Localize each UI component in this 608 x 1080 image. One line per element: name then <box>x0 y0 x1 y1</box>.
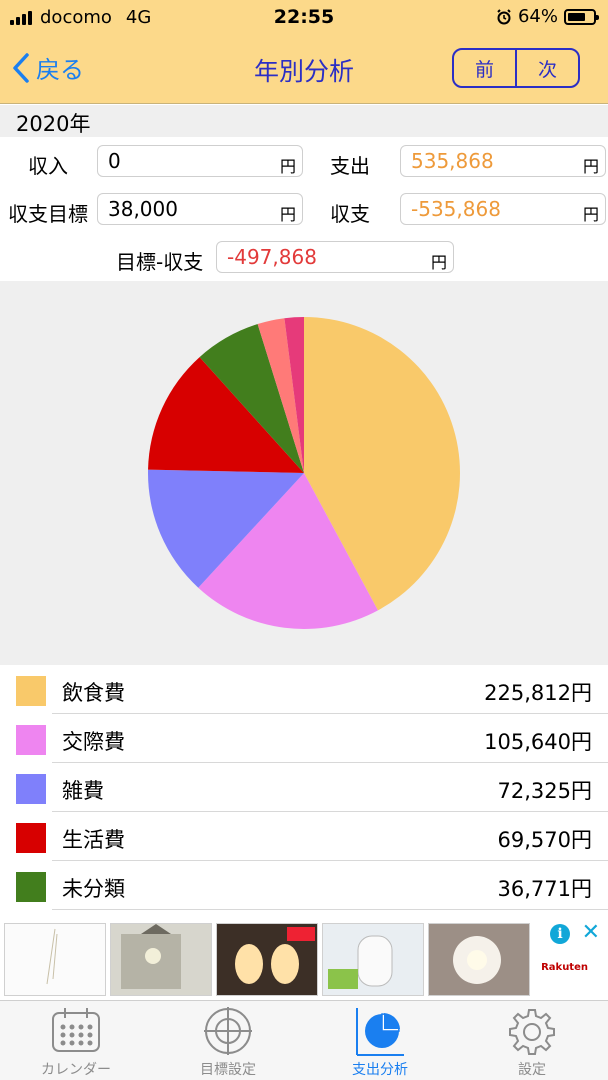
income-label: 収入 <box>28 154 68 178</box>
legend-swatch <box>16 725 46 755</box>
legend-amount: 72,325円 <box>497 779 592 803</box>
prev-next-control: 前 次 <box>452 48 580 88</box>
legend-swatch <box>16 823 46 853</box>
prev-button[interactable]: 前 <box>454 50 515 86</box>
income-unit: 円 <box>279 157 296 176</box>
tab-target-label: 目標設定 <box>200 1062 256 1078</box>
legend-row[interactable]: 未分類 36,771円 <box>16 861 608 910</box>
legend-row[interactable]: 生活費 69,570円 <box>16 812 608 861</box>
expense-value: 535,868 <box>411 149 494 173</box>
tab-target[interactable]: 目標設定 <box>152 1001 304 1080</box>
legend-swatch <box>16 872 46 902</box>
ad-product-thumb[interactable] <box>110 923 212 996</box>
ad-info-icon[interactable]: i <box>550 924 570 944</box>
ad-product-thumb[interactable] <box>428 923 530 996</box>
nav-bar: 戻る 年別分析 前 次 <box>0 36 608 104</box>
pie-chart-icon <box>356 1008 404 1056</box>
legend-category-name: 交際費 <box>62 730 125 754</box>
tab-settings[interactable]: 設定 <box>456 1001 608 1080</box>
legend-category-name: 雑費 <box>62 779 104 803</box>
diff-label: 目標-収支 <box>116 250 204 274</box>
ad-product-thumb[interactable] <box>322 923 424 996</box>
year-header: 2020年 <box>0 105 608 137</box>
target-unit: 円 <box>279 205 296 224</box>
tab-calendar-label: カレンダー <box>41 1062 111 1078</box>
calendar-icon <box>52 1008 100 1052</box>
status-bar: docomo 4G 22:55 64% <box>0 0 608 36</box>
target-icon <box>204 1007 252 1055</box>
summary-panel: 収入 0 円 支出 535,868 円 収支目標 38,000 円 収支 -53… <box>0 137 608 280</box>
legend-category-name: 生活費 <box>62 828 125 852</box>
income-value: 0 <box>108 149 121 173</box>
legend-category-name: 飲食費 <box>62 681 125 705</box>
balance-label: 収支 <box>330 202 370 226</box>
ad-close-icon[interactable]: ✕ <box>582 920 600 945</box>
ad-product-thumb[interactable] <box>4 923 106 996</box>
year-label: 2020年 <box>16 112 91 136</box>
ad-brand-logo: Rakuten <box>541 962 588 973</box>
ad-product-thumb[interactable] <box>216 923 318 996</box>
alarm-icon <box>497 8 511 24</box>
legend-swatch <box>16 676 46 706</box>
legend-category-name: 未分類 <box>62 877 125 901</box>
legend-list: 飲食費 225,812円交際費 105,640円雑費 72,325円生活費 69,570… <box>0 665 608 910</box>
diff-unit: 円 <box>430 253 447 272</box>
expense-field: 535,868 円 <box>400 145 606 177</box>
tab-settings-label: 設定 <box>518 1062 546 1078</box>
legend-amount: 69,570円 <box>497 828 592 852</box>
tab-calendar[interactable]: カレンダー <box>0 1001 152 1080</box>
ad-banner[interactable]: i ✕ Rakuten <box>0 918 608 1000</box>
pie-chart <box>148 317 461 629</box>
target-label: 収支目標 <box>8 202 88 226</box>
gear-icon <box>509 1009 555 1055</box>
legend-row[interactable]: 交際費 105,640円 <box>16 714 608 763</box>
income-field: 0 円 <box>97 145 303 177</box>
balance-field: -535,868 円 <box>400 193 606 225</box>
legend-swatch <box>16 774 46 804</box>
battery-icon <box>564 8 599 25</box>
tab-bar: カレンダー 目標設定 支出分析 設定 <box>0 1000 608 1080</box>
balance-unit: 円 <box>582 205 599 224</box>
chart-area <box>0 281 608 665</box>
legend-amount: 225,812円 <box>484 681 592 705</box>
target-value: 38,000 <box>108 197 178 221</box>
tab-expense-analysis-label: 支出分析 <box>352 1062 408 1078</box>
legend-row[interactable]: 雑費 72,325円 <box>16 763 608 812</box>
expense-label: 支出 <box>330 154 370 178</box>
expense-unit: 円 <box>582 157 599 176</box>
balance-value: -535,868 <box>411 197 501 221</box>
tab-expense-analysis[interactable]: 支出分析 <box>304 1001 456 1080</box>
status-right: 64% <box>496 6 599 27</box>
legend-row[interactable]: 飲食費 225,812円 <box>16 665 608 714</box>
battery-percent: 64% <box>517 6 558 27</box>
diff-field: -497,868 円 <box>216 241 454 273</box>
legend-amount: 36,771円 <box>497 877 592 901</box>
target-field: 38,000 円 <box>97 193 303 225</box>
diff-value: -497,868 <box>227 245 317 269</box>
next-button[interactable]: 次 <box>515 50 578 86</box>
legend-amount: 105,640円 <box>484 730 592 754</box>
